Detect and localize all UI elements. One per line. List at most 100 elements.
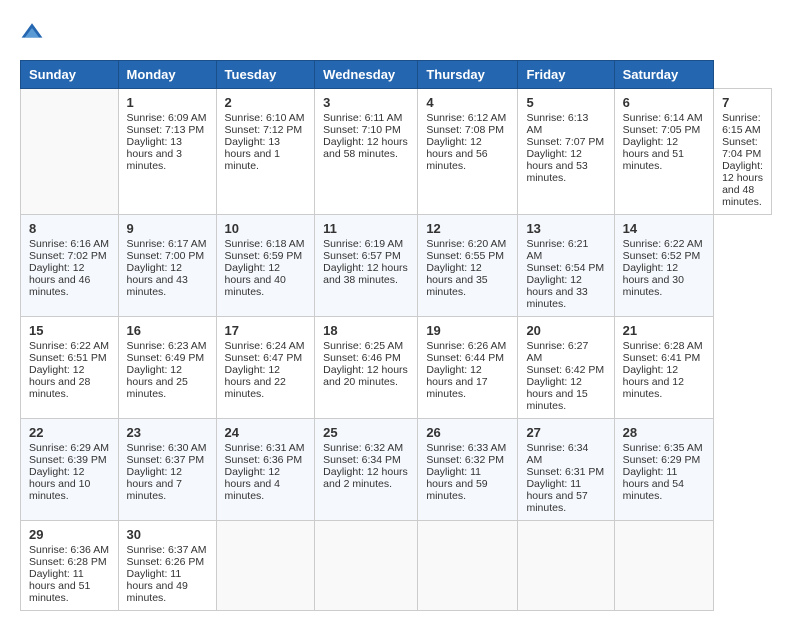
daylight-text: Daylight: 12 hours and 20 minutes. — [323, 364, 408, 388]
sunrise-text: Sunrise: 6:15 AM — [722, 112, 761, 136]
daylight-text: Daylight: 11 hours and 49 minutes. — [127, 568, 188, 604]
daylight-text: Daylight: 12 hours and 46 minutes. — [29, 262, 90, 298]
daylight-text: Daylight: 12 hours and 56 minutes. — [426, 136, 487, 172]
day-number: 27 — [526, 425, 605, 440]
daylight-text: Daylight: 12 hours and 22 minutes. — [225, 364, 286, 400]
calendar-cell: 28Sunrise: 6:35 AMSunset: 6:29 PMDayligh… — [614, 419, 713, 521]
daylight-text: Daylight: 12 hours and 51 minutes. — [623, 136, 684, 172]
calendar-cell: 23Sunrise: 6:30 AMSunset: 6:37 PMDayligh… — [118, 419, 216, 521]
sunrise-text: Sunrise: 6:34 AM — [526, 442, 588, 466]
calendar-cell: 29Sunrise: 6:36 AMSunset: 6:28 PMDayligh… — [21, 521, 119, 611]
sunset-text: Sunset: 6:29 PM — [623, 454, 701, 466]
day-number: 29 — [29, 527, 110, 542]
sunrise-text: Sunrise: 6:26 AM — [426, 340, 506, 352]
day-number: 17 — [225, 323, 307, 338]
sunrise-text: Sunrise: 6:35 AM — [623, 442, 703, 454]
calendar-cell: 13Sunrise: 6:21 AMSunset: 6:54 PMDayligh… — [518, 215, 614, 317]
calendar-week-row: 15Sunrise: 6:22 AMSunset: 6:51 PMDayligh… — [21, 317, 772, 419]
weekday-header-thursday: Thursday — [418, 61, 518, 89]
day-number: 21 — [623, 323, 705, 338]
calendar-cell: 7Sunrise: 6:15 AMSunset: 7:04 PMDaylight… — [714, 89, 772, 215]
daylight-text: Daylight: 12 hours and 43 minutes. — [127, 262, 188, 298]
daylight-text: Daylight: 11 hours and 57 minutes. — [526, 478, 587, 514]
daylight-text: Daylight: 13 hours and 1 minute. — [225, 136, 280, 172]
daylight-text: Daylight: 12 hours and 17 minutes. — [426, 364, 487, 400]
sunset-text: Sunset: 7:00 PM — [127, 250, 205, 262]
day-number: 6 — [623, 95, 705, 110]
sunrise-text: Sunrise: 6:21 AM — [526, 238, 588, 262]
calendar-cell: 26Sunrise: 6:33 AMSunset: 6:32 PMDayligh… — [418, 419, 518, 521]
calendar-cell: 12Sunrise: 6:20 AMSunset: 6:55 PMDayligh… — [418, 215, 518, 317]
sunset-text: Sunset: 6:44 PM — [426, 352, 504, 364]
calendar-cell — [21, 89, 119, 215]
day-number: 2 — [225, 95, 307, 110]
calendar-cell: 15Sunrise: 6:22 AMSunset: 6:51 PMDayligh… — [21, 317, 119, 419]
sunset-text: Sunset: 6:28 PM — [29, 556, 107, 568]
day-number: 25 — [323, 425, 409, 440]
day-number: 18 — [323, 323, 409, 338]
day-number: 8 — [29, 221, 110, 236]
sunrise-text: Sunrise: 6:11 AM — [323, 112, 402, 124]
sunrise-text: Sunrise: 6:18 AM — [225, 238, 305, 250]
sunrise-text: Sunrise: 6:36 AM — [29, 544, 109, 556]
calendar-cell — [216, 521, 315, 611]
day-number: 9 — [127, 221, 208, 236]
day-number: 19 — [426, 323, 509, 338]
calendar-week-row: 22Sunrise: 6:29 AMSunset: 6:39 PMDayligh… — [21, 419, 772, 521]
daylight-text: Daylight: 12 hours and 15 minutes. — [526, 376, 587, 412]
sunrise-text: Sunrise: 6:19 AM — [323, 238, 403, 250]
sunrise-text: Sunrise: 6:32 AM — [323, 442, 403, 454]
day-number: 10 — [225, 221, 307, 236]
sunset-text: Sunset: 6:52 PM — [623, 250, 701, 262]
weekday-header-friday: Friday — [518, 61, 614, 89]
calendar-cell: 20Sunrise: 6:27 AMSunset: 6:42 PMDayligh… — [518, 317, 614, 419]
calendar-cell: 27 Sunrise: 6:34 AMSunset: 6:31 PMDayligh… — [518, 419, 614, 521]
weekday-header-monday: Monday — [118, 61, 216, 89]
day-number: 30 — [127, 527, 208, 542]
sunset-text: Sunset: 6:54 PM — [526, 262, 604, 274]
day-number: 13 — [526, 221, 605, 236]
logo-icon — [20, 20, 44, 44]
day-number: 1 — [127, 95, 208, 110]
sunrise-text: Sunrise: 6:16 AM — [29, 238, 109, 250]
logo — [20, 20, 48, 44]
day-number: 26 — [426, 425, 509, 440]
calendar-cell — [418, 521, 518, 611]
daylight-text: Daylight: 12 hours and 4 minutes. — [225, 466, 280, 502]
day-number: 4 — [426, 95, 509, 110]
day-number: 7 — [722, 95, 763, 110]
sunrise-text: Sunrise: 6:12 AM — [426, 112, 506, 124]
calendar-cell: 9Sunrise: 6:17 AMSunset: 7:00 PMDaylight… — [118, 215, 216, 317]
daylight-text: Daylight: 11 hours and 54 minutes. — [623, 466, 684, 502]
calendar-cell: 11Sunrise: 6:19 AMSunset: 6:57 PMDayligh… — [315, 215, 418, 317]
sunrise-text: Sunrise: 6:27 AM — [526, 340, 588, 364]
calendar-cell: 24Sunrise: 6:31 AMSunset: 6:36 PMDayligh… — [216, 419, 315, 521]
calendar-cell: 4 Sunrise: 6:12 AMSunset: 7:08 PMDaylight… — [418, 89, 518, 215]
sunrise-text: Sunrise: 6:20 AM — [426, 238, 506, 250]
sunset-text: Sunset: 7:08 PM — [426, 124, 504, 136]
calendar-cell — [614, 521, 713, 611]
daylight-text: Daylight: 12 hours and 12 minutes. — [623, 364, 684, 400]
sunset-text: Sunset: 6:32 PM — [426, 454, 504, 466]
daylight-text: Daylight: 12 hours and 58 minutes. — [323, 136, 408, 160]
day-number: 24 — [225, 425, 307, 440]
calendar-cell: 25Sunrise: 6:32 AMSunset: 6:34 PMDayligh… — [315, 419, 418, 521]
sunset-text: Sunset: 7:04 PM — [722, 136, 761, 160]
calendar-table: SundayMondayTuesdayWednesdayThursdayFrid… — [20, 60, 772, 611]
calendar-week-row: 1Sunrise: 6:09 AMSunset: 7:13 PMDaylight… — [21, 89, 772, 215]
weekday-header-saturday: Saturday — [614, 61, 713, 89]
calendar-week-row: 8Sunrise: 6:16 AMSunset: 7:02 PMDaylight… — [21, 215, 772, 317]
calendar-cell: 17Sunrise: 6:24 AMSunset: 6:47 PMDayligh… — [216, 317, 315, 419]
sunset-text: Sunset: 6:31 PM — [526, 466, 604, 478]
calendar-cell: 2Sunrise: 6:10 AMSunset: 7:12 PMDaylight… — [216, 89, 315, 215]
sunset-text: Sunset: 6:36 PM — [225, 454, 303, 466]
daylight-text: Daylight: 12 hours and 25 minutes. — [127, 364, 188, 400]
calendar-cell: 6Sunrise: 6:14 AMSunset: 7:05 PMDaylight… — [614, 89, 713, 215]
calendar-cell: 19 Sunrise: 6:26 AMSunset: 6:44 PMDayligh… — [418, 317, 518, 419]
sunset-text: Sunset: 6:41 PM — [623, 352, 701, 364]
day-number: 22 — [29, 425, 110, 440]
weekday-header-tuesday: Tuesday — [216, 61, 315, 89]
sunset-text: Sunset: 6:51 PM — [29, 352, 107, 364]
daylight-text: Daylight: 12 hours and 7 minutes. — [127, 466, 182, 502]
calendar-cell — [518, 521, 614, 611]
